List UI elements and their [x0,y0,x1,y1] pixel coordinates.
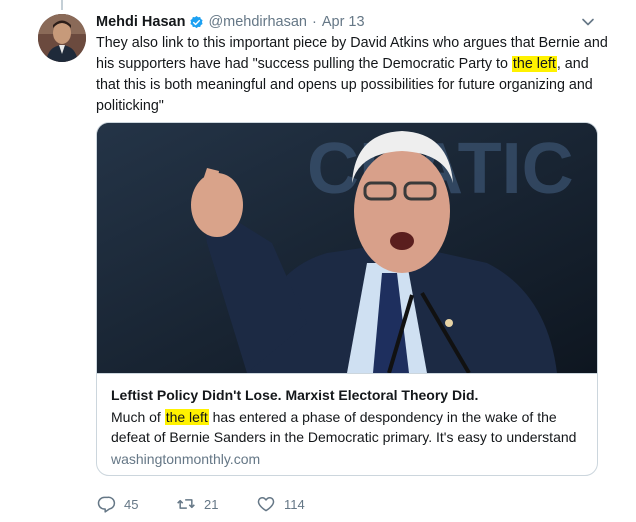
card-desc-part: Much of [111,409,165,425]
card-description: Much of the left has entered a phase of … [111,407,583,447]
reply-icon [97,496,116,513]
separator-dot: · [312,14,317,30]
card-image: CRATIC [97,123,597,373]
highlighted-term: the left [164,409,209,425]
reply-button[interactable]: 45 [96,494,176,514]
like-button[interactable]: 114 [256,494,336,514]
card-body: Leftist Policy Didn't Lose. Marxist Elec… [97,373,597,467]
link-card[interactable]: CRATIC Leftist Policy Didn't Lose. Marxi… [96,122,598,476]
tweet-text: They also link to this important piece b… [96,33,608,117]
tweet-header: Mehdi Hasan @mehdirhasan · Apr 13 [96,12,596,32]
highlighted-term: the left [511,56,557,72]
like-count: 114 [284,496,305,512]
author-handle[interactable]: @mehdirhasan [208,14,307,30]
tweet-actions: 45 21 114 [96,494,336,514]
tweet-date[interactable]: Apr 13 [322,14,365,30]
avatar-photo [38,14,86,62]
card-domain[interactable]: washingtonmonthly.com [111,451,583,467]
verified-badge-icon [190,15,203,28]
retweet-count: 21 [204,496,219,512]
reply-count: 45 [124,496,139,512]
retweet-button[interactable]: 21 [176,494,256,514]
chevron-down-icon[interactable] [580,14,596,30]
thread-line [61,0,63,10]
card-title[interactable]: Leftist Policy Didn't Lose. Marxist Elec… [111,386,583,405]
author-name[interactable]: Mehdi Hasan [96,14,185,30]
avatar[interactable] [38,14,86,62]
heart-icon [257,497,275,512]
retweet-icon [177,499,195,509]
